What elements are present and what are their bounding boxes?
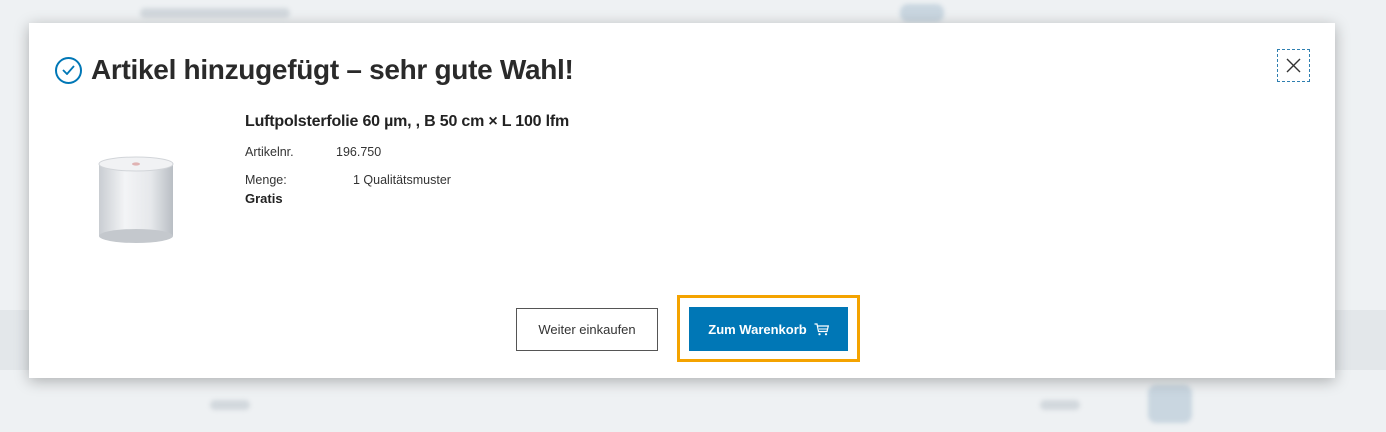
- article-number-value: 196.750: [336, 145, 382, 159]
- check-circle-icon: [55, 56, 82, 84]
- background-blur: [1040, 400, 1080, 410]
- quantity-row: Menge: 1 Qualitätsmuster: [245, 173, 569, 187]
- background-blur: [900, 4, 944, 22]
- product-info: Luftpolsterfolie 60 µm, , B 50 cm × L 10…: [245, 113, 569, 206]
- close-button[interactable]: [1277, 49, 1310, 82]
- go-to-cart-button[interactable]: Zum Warenkorb: [689, 307, 848, 351]
- article-number-row: Artikelnr. 196.750: [245, 145, 569, 159]
- article-number-label: Artikelnr.: [245, 145, 294, 159]
- close-icon: [1286, 58, 1301, 73]
- background-blur: [1148, 385, 1192, 423]
- price-label: Gratis: [245, 191, 283, 206]
- background-blur: [140, 8, 290, 18]
- cart-icon: [814, 322, 829, 336]
- add-to-cart-dialog: Artikel hinzugefügt – sehr gute Wahl! Lu…: [29, 23, 1335, 378]
- dialog-header: Artikel hinzugefügt – sehr gute Wahl!: [55, 54, 574, 86]
- quantity-label: Menge:: [245, 173, 287, 187]
- product-image: [97, 156, 175, 246]
- continue-shopping-button[interactable]: Weiter einkaufen: [516, 308, 658, 351]
- background-blur: [210, 400, 250, 410]
- dialog-title: Artikel hinzugefügt – sehr gute Wahl!: [91, 54, 574, 85]
- go-to-cart-label: Zum Warenkorb: [708, 321, 807, 337]
- quantity-value: 1 Qualitätsmuster: [353, 173, 451, 187]
- product-name: Luftpolsterfolie 60 µm, , B 50 cm × L 10…: [245, 113, 570, 130]
